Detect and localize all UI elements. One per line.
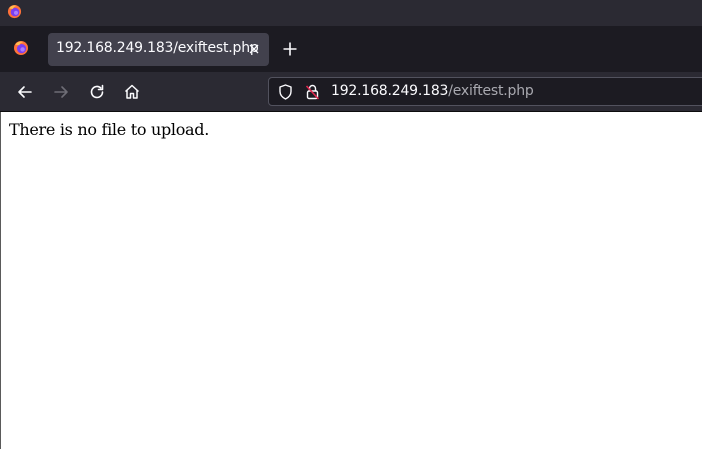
reload-icon[interactable] bbox=[87, 82, 107, 102]
home-icon[interactable] bbox=[122, 82, 142, 102]
arrow-right-icon[interactable] bbox=[51, 82, 71, 102]
firefox-icon bbox=[7, 4, 22, 19]
url-path: /exiftest.php bbox=[448, 83, 534, 99]
url-bar[interactable]: 192.168.249.183/exiftest.php bbox=[268, 77, 702, 106]
window-titlebar bbox=[0, 0, 702, 26]
page-message: There is no file to upload. bbox=[9, 120, 210, 139]
tab-strip: 192.168.249.183/exiftest.php bbox=[0, 26, 702, 72]
plus-icon[interactable] bbox=[281, 40, 299, 58]
firefox-view-icon[interactable] bbox=[13, 40, 29, 56]
navigation-toolbar: 192.168.249.183/exiftest.php bbox=[0, 72, 702, 112]
insecure-lock-icon[interactable] bbox=[304, 83, 321, 101]
tab-title: 192.168.249.183/exiftest.php bbox=[56, 40, 259, 56]
url-text[interactable]: 192.168.249.183/exiftest.php bbox=[331, 83, 534, 99]
tab-active[interactable]: 192.168.249.183/exiftest.php bbox=[48, 33, 269, 66]
page-content: There is no file to upload. bbox=[0, 112, 702, 449]
url-host: 192.168.249.183 bbox=[331, 83, 449, 99]
shield-icon[interactable] bbox=[277, 83, 294, 101]
arrow-left-icon[interactable] bbox=[15, 82, 35, 102]
close-icon[interactable] bbox=[245, 39, 263, 59]
